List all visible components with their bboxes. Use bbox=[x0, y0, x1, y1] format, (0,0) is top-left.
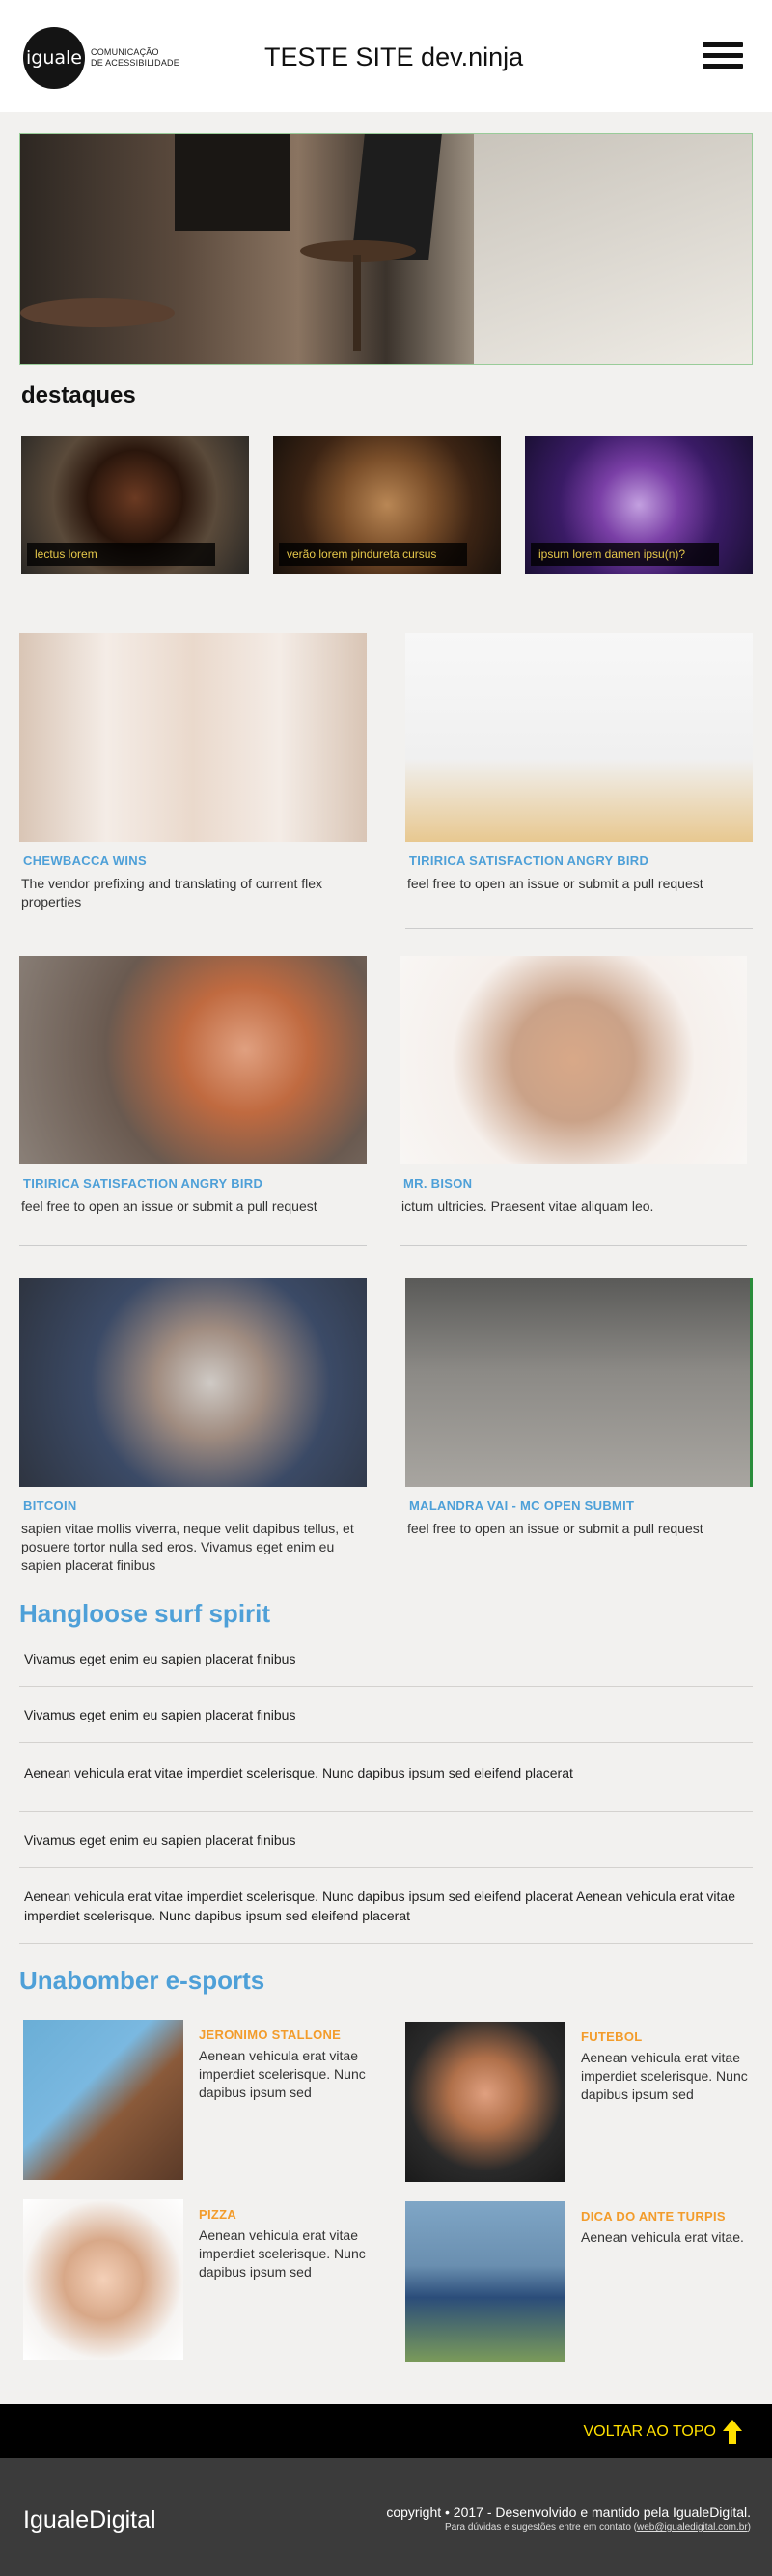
article-image bbox=[405, 633, 753, 842]
article-summary: ictum ultricies. Praesent vitae aliquam … bbox=[401, 1198, 654, 1214]
site-title-suffix: dev.ninja bbox=[421, 42, 524, 71]
destaque-caption: verão lorem pindureta cursus bbox=[279, 543, 467, 566]
site-title: TESTE SITE dev.ninja bbox=[264, 42, 523, 72]
card-divider bbox=[400, 1245, 747, 1246]
article-card[interactable]: MALANDRA VAI - MC OPEN SUBMIT feel free … bbox=[405, 1278, 753, 1538]
person-card[interactable]: FUTEBOL Aenean vehicula erat vitae imper… bbox=[405, 2022, 772, 2186]
article-image bbox=[400, 956, 747, 1164]
list-divider bbox=[19, 1943, 753, 1944]
list-item[interactable]: Vivamus eget enim eu sapien placerat fin… bbox=[24, 1705, 753, 1724]
article-image bbox=[19, 956, 367, 1164]
person-text: Aenean vehicula erat vitae imperdiet sce… bbox=[199, 2048, 366, 2100]
back-to-top-label: VOLTAR AO TOPO bbox=[583, 2423, 716, 2440]
person-photo bbox=[23, 2020, 183, 2180]
person-photo bbox=[405, 2201, 565, 2362]
list-item[interactable]: Aenean vehicula erat vitae imperdiet sce… bbox=[24, 1887, 753, 1925]
logo-mark: iguale bbox=[23, 27, 85, 89]
footer-contact: Para dúvidas e sugestões entre em contat… bbox=[445, 2522, 751, 2533]
footer-brand: IgualeDigital bbox=[23, 2506, 156, 2534]
list-divider bbox=[19, 1867, 753, 1868]
article-category[interactable]: BITCOIN bbox=[19, 1498, 367, 1513]
site-header: iguale COMUNICAÇÃO DE ACESSIBILIDADE TES… bbox=[0, 0, 772, 112]
list-divider bbox=[19, 1742, 753, 1743]
destaque-caption: lectus lorem bbox=[27, 543, 215, 566]
list-item[interactable]: Vivamus eget enim eu sapien placerat fin… bbox=[24, 1831, 753, 1850]
person-text: Aenean vehicula erat vitae. bbox=[581, 2229, 744, 2245]
logo-tagline: COMUNICAÇÃO DE ACESSIBILIDADE bbox=[91, 47, 179, 69]
destaques-heading: destaques bbox=[21, 382, 136, 408]
person-text: Aenean vehicula erat vitae imperdiet sce… bbox=[581, 2050, 748, 2102]
footer-contact-email-link[interactable]: web@igualedigital.com.br bbox=[637, 2522, 748, 2533]
destaque-card[interactable]: ipsum lorem damen ipsu(n)? bbox=[525, 436, 753, 574]
person-name[interactable]: PIZZA bbox=[199, 2207, 236, 2222]
article-card[interactable]: TIRIRICA SATISFACTION ANGRY BIRD feel fr… bbox=[19, 956, 367, 1246]
card-divider bbox=[405, 928, 753, 929]
article-card[interactable]: MR. BISON ictum ultricies. Praesent vita… bbox=[400, 956, 747, 1246]
article-image bbox=[19, 633, 367, 842]
person-photo bbox=[405, 2022, 565, 2182]
card-divider bbox=[19, 1245, 367, 1246]
article-card[interactable]: CHEWBACCA WINS The vendor prefixing and … bbox=[19, 633, 367, 911]
list-item[interactable]: Vivamus eget enim eu sapien placerat fin… bbox=[24, 1649, 753, 1668]
article-category[interactable]: MALANDRA VAI - MC OPEN SUBMIT bbox=[405, 1498, 753, 1513]
arrow-up-icon bbox=[722, 2420, 743, 2445]
hamburger-menu-icon[interactable] bbox=[703, 42, 743, 70]
person-text: Aenean vehicula erat vitae imperdiet sce… bbox=[199, 2227, 366, 2280]
article-card[interactable]: TIRIRICA SATISFACTION ANGRY BIRD feel fr… bbox=[405, 633, 753, 929]
list-item[interactable]: Aenean vehicula erat vitae imperdiet sce… bbox=[24, 1763, 753, 1782]
article-summary: The vendor prefixing and translating of … bbox=[21, 876, 323, 910]
footer-contact-suffix: ) bbox=[747, 2522, 751, 2533]
article-summary: feel free to open an issue or submit a p… bbox=[21, 1198, 317, 1214]
destaque-caption: ipsum lorem damen ipsu(n)? bbox=[531, 543, 719, 566]
article-summary: feel free to open an issue or submit a p… bbox=[407, 1521, 703, 1536]
logo-tagline-line-1: COMUNICAÇÃO bbox=[91, 47, 159, 57]
hero-image bbox=[19, 133, 753, 365]
person-name[interactable]: JERONIMO STALLONE bbox=[199, 2028, 341, 2042]
back-to-top-bar: VOLTAR AO TOPO bbox=[0, 2404, 772, 2458]
hangloose-heading: Hangloose surf spirit bbox=[19, 1599, 271, 1628]
person-photo bbox=[23, 2199, 183, 2360]
list-divider bbox=[19, 1686, 753, 1687]
article-category[interactable]: TIRIRICA SATISFACTION ANGRY BIRD bbox=[19, 1176, 367, 1190]
list-divider bbox=[19, 1811, 753, 1812]
footer-copyright: copyright • 2017 - Desenvolvido e mantid… bbox=[386, 2505, 751, 2520]
person-name[interactable]: FUTEBOL bbox=[581, 2030, 642, 2044]
person-card[interactable]: DICA DO ANTE TURPIS Aenean vehicula erat… bbox=[405, 2201, 772, 2366]
footer-contact-prefix: Para dúvidas e sugestões entre em contat… bbox=[444, 2522, 637, 2533]
site-footer: IgualeDigital copyright • 2017 - Desenvo… bbox=[0, 2458, 772, 2576]
person-name[interactable]: DICA DO ANTE TURPIS bbox=[581, 2209, 726, 2224]
site-title-main: TESTE SITE bbox=[264, 42, 414, 71]
person-card[interactable]: PIZZA Aenean vehicula erat vitae imperdi… bbox=[23, 2199, 390, 2364]
article-category[interactable]: CHEWBACCA WINS bbox=[19, 854, 367, 868]
person-card[interactable]: JERONIMO STALLONE Aenean vehicula erat v… bbox=[23, 2020, 390, 2184]
logo-tagline-line-2: DE ACESSIBILIDADE bbox=[91, 58, 179, 68]
back-to-top-link[interactable]: VOLTAR AO TOPO bbox=[583, 2420, 743, 2445]
article-category[interactable]: TIRIRICA SATISFACTION ANGRY BIRD bbox=[405, 854, 753, 868]
article-card[interactable]: BITCOIN sapien vitae mollis viverra, neq… bbox=[19, 1278, 367, 1575]
unabomber-heading: Unabomber e-sports bbox=[19, 1966, 265, 1995]
article-category[interactable]: MR. BISON bbox=[400, 1176, 747, 1190]
article-summary: sapien vitae mollis viverra, neque velit… bbox=[21, 1521, 354, 1573]
article-image bbox=[405, 1278, 753, 1487]
article-summary: feel free to open an issue or submit a p… bbox=[407, 876, 703, 891]
article-image bbox=[19, 1278, 367, 1487]
iguale-logo[interactable]: iguale COMUNICAÇÃO DE ACESSIBILIDADE bbox=[23, 27, 179, 89]
destaque-card[interactable]: verão lorem pindureta cursus bbox=[273, 436, 501, 574]
destaque-card[interactable]: lectus lorem bbox=[21, 436, 249, 574]
